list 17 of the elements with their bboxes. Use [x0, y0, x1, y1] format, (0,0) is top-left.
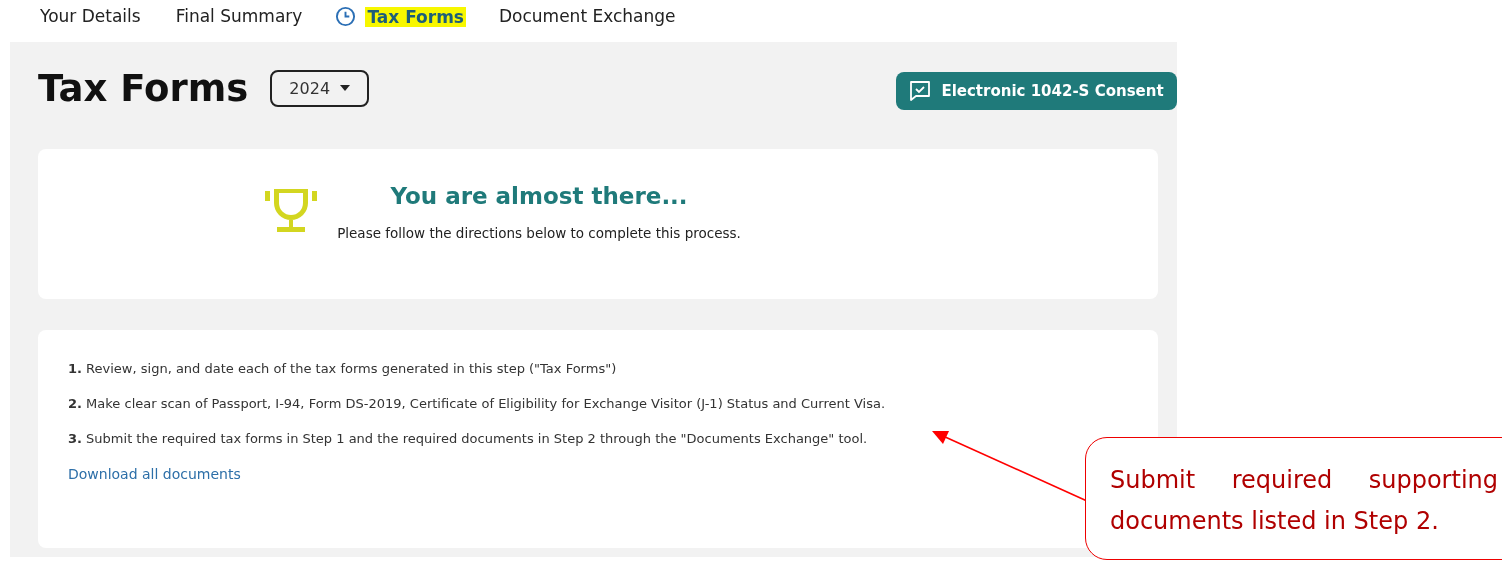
instruction-step: 3. Submit the required tax forms in Step 1 and the required documents in Step 2 through the "Documents Exchange" tool. [68, 431, 1128, 446]
nav-tab[interactable]: Final Summary [173, 6, 305, 26]
nav-tab[interactable]: Document Exchange [497, 6, 678, 26]
chat-check-icon [909, 79, 932, 102]
trophy-icon [265, 187, 318, 233]
instruction-step: 2. Make clear scan of Passport, I-94, Form DS-2019, Certificate of Eligibility for Exchange Visitor (J-1) Status and Current Visa. [68, 396, 1128, 411]
callout-text: Submit required supporting documents listed in Step 2. [1110, 465, 1498, 537]
download-link[interactable]: Download all documents [68, 466, 241, 482]
instruction-step: 1. Review, sign, and date each of the tax forms generated in this step ("Tax Forms") [68, 361, 1128, 376]
nav-tab[interactable]: Your Details [38, 6, 143, 26]
banner-text: Please follow the directions below to complete this process. [337, 225, 741, 241]
clock-icon [335, 6, 357, 27]
caret-icon [340, 85, 351, 91]
banner-heading: You are almost there... [390, 183, 688, 209]
page-title: Tax Forms [38, 66, 249, 110]
consent-button[interactable]: Electronic 1042-S Consent [896, 71, 1177, 110]
year-dropdown[interactable]: 2024 [270, 69, 370, 107]
